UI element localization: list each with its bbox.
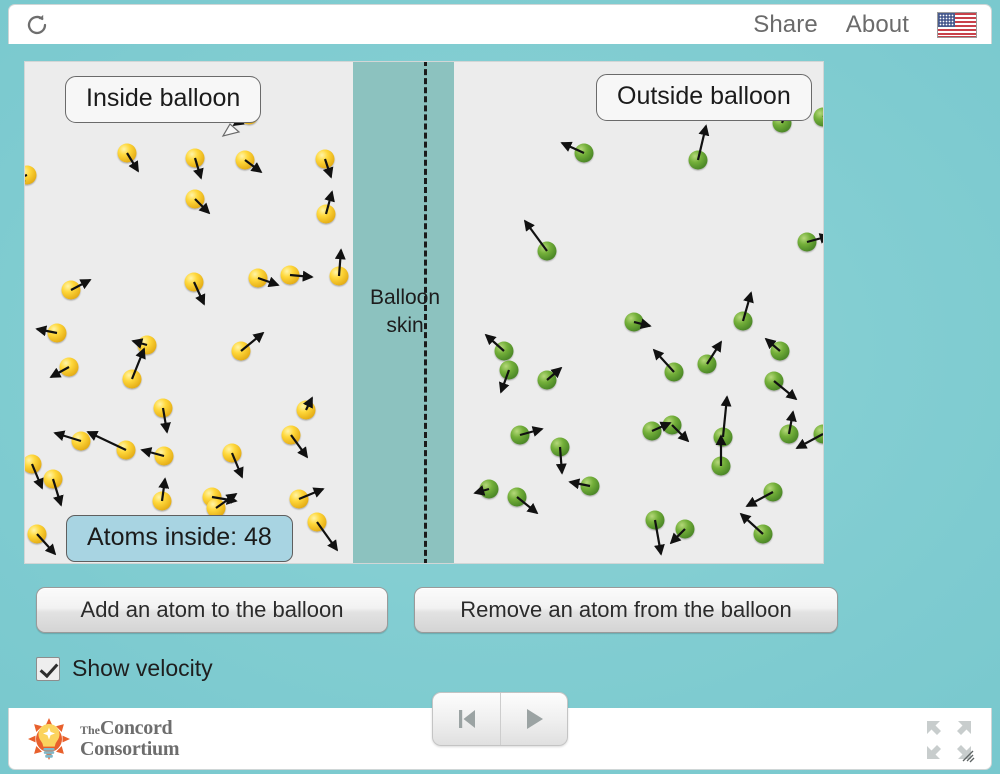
atom-yellow[interactable] [235, 150, 255, 170]
atom-green[interactable] [662, 415, 682, 435]
atom-yellow[interactable] [281, 425, 301, 445]
atom-green[interactable] [537, 370, 557, 390]
atom-yellow[interactable] [137, 335, 157, 355]
top-bar-right: Share About [753, 11, 991, 39]
logo-the: The [80, 723, 101, 738]
atom-yellow[interactable] [152, 491, 172, 511]
atom-yellow[interactable] [47, 323, 67, 343]
skip-to-start-icon [458, 710, 475, 728]
atom-yellow[interactable] [25, 165, 37, 185]
atom-green[interactable] [697, 354, 717, 374]
action-buttons: Add an atom to the balloon Remove an ato… [36, 587, 838, 633]
footer-bar: TheConcord Consortium [8, 692, 992, 770]
atom-green[interactable] [764, 371, 784, 391]
atom-green[interactable] [574, 143, 594, 163]
atom-yellow[interactable] [248, 268, 268, 288]
atom-yellow[interactable] [122, 369, 142, 389]
atom-green[interactable] [675, 519, 695, 539]
atom-green[interactable] [733, 311, 753, 331]
atom-green[interactable] [779, 424, 799, 444]
skip-to-start-button[interactable] [433, 693, 500, 745]
reload-button[interactable] [23, 11, 51, 39]
atom-green[interactable] [770, 341, 790, 361]
atom-yellow[interactable] [59, 357, 79, 377]
atom-green[interactable] [580, 476, 600, 496]
atom-green[interactable] [713, 427, 733, 447]
atom-green[interactable] [711, 456, 731, 476]
atom-green[interactable] [550, 437, 570, 457]
atom-yellow[interactable] [222, 443, 242, 463]
about-link[interactable]: About [846, 11, 909, 39]
atom-green[interactable] [813, 424, 823, 444]
play-icon [527, 709, 543, 729]
checkbox-check-icon[interactable] [36, 656, 60, 681]
outside-balloon-label: Outside balloon [596, 74, 812, 121]
atom-green[interactable] [763, 482, 783, 502]
atom-yellow[interactable] [153, 398, 173, 418]
atom-yellow[interactable] [154, 446, 174, 466]
atom-yellow[interactable] [116, 440, 136, 460]
atom-yellow[interactable] [280, 265, 300, 285]
play-button[interactable] [500, 693, 567, 745]
logo-consortium: Consortium [80, 737, 180, 760]
logo-text: TheConcord Consortium [80, 717, 180, 760]
inside-balloon-label: Inside balloon [65, 76, 262, 123]
playback-controls [432, 692, 568, 746]
fullscreen-button[interactable] [923, 717, 975, 763]
atom-green[interactable] [688, 150, 708, 170]
atom-yellow[interactable] [307, 512, 327, 532]
top-bar: Share About [8, 4, 992, 44]
atom-yellow[interactable] [184, 272, 204, 292]
atom-yellow[interactable] [231, 341, 251, 361]
atom-yellow[interactable] [117, 143, 137, 163]
share-link[interactable]: Share [753, 11, 818, 39]
atom-yellow[interactable] [296, 400, 316, 420]
atom-green[interactable] [797, 232, 817, 252]
show-velocity-checkbox[interactable]: Show velocity [36, 655, 213, 682]
lightbulb-sunburst-icon [28, 717, 70, 760]
show-velocity-label: Show velocity [72, 655, 213, 681]
atom-green[interactable] [624, 312, 644, 332]
balloon-skin-region [353, 62, 454, 563]
atom-count-badge: Atoms inside: 48 [66, 515, 293, 562]
atom-green[interactable] [537, 241, 557, 261]
atom-yellow[interactable] [329, 266, 349, 286]
atom-green[interactable] [510, 425, 530, 445]
atom-yellow[interactable] [71, 431, 91, 451]
atom-green[interactable] [664, 362, 684, 382]
simulation-canvas[interactable]: Balloon skin Inside balloon Outside ball… [24, 61, 824, 564]
atom-yellow[interactable] [61, 280, 81, 300]
atom-green[interactable] [494, 341, 514, 361]
balloon-skin-centerline [424, 62, 427, 563]
atom-yellow[interactable] [43, 469, 63, 489]
atom-green[interactable] [499, 360, 519, 380]
atom-yellow[interactable] [27, 524, 47, 544]
atom-yellow[interactable] [316, 204, 336, 224]
atom-yellow[interactable] [25, 454, 42, 474]
atom-green[interactable] [813, 107, 823, 127]
fullscreen-expand-icon [927, 721, 975, 763]
atom-green[interactable] [753, 524, 773, 544]
atom-yellow[interactable] [315, 149, 335, 169]
simulation-app: Share About Balloon skin Inside balloon … [0, 0, 1000, 774]
atom-yellow[interactable] [289, 489, 309, 509]
concord-consortium-logo[interactable]: TheConcord Consortium [27, 717, 180, 761]
atom-yellow[interactable] [185, 189, 205, 209]
logo-concord: Concord [100, 717, 173, 740]
us-flag-icon[interactable] [937, 11, 977, 38]
atom-green[interactable] [642, 421, 662, 441]
atom-green[interactable] [507, 487, 527, 507]
atom-green[interactable] [645, 510, 665, 530]
remove-atom-button[interactable]: Remove an atom from the balloon [414, 587, 838, 633]
atom-yellow[interactable] [185, 148, 205, 168]
add-atom-button[interactable]: Add an atom to the balloon [36, 587, 388, 633]
atom-green[interactable] [479, 479, 499, 499]
reload-icon [27, 14, 47, 34]
flag-canton [938, 12, 955, 27]
